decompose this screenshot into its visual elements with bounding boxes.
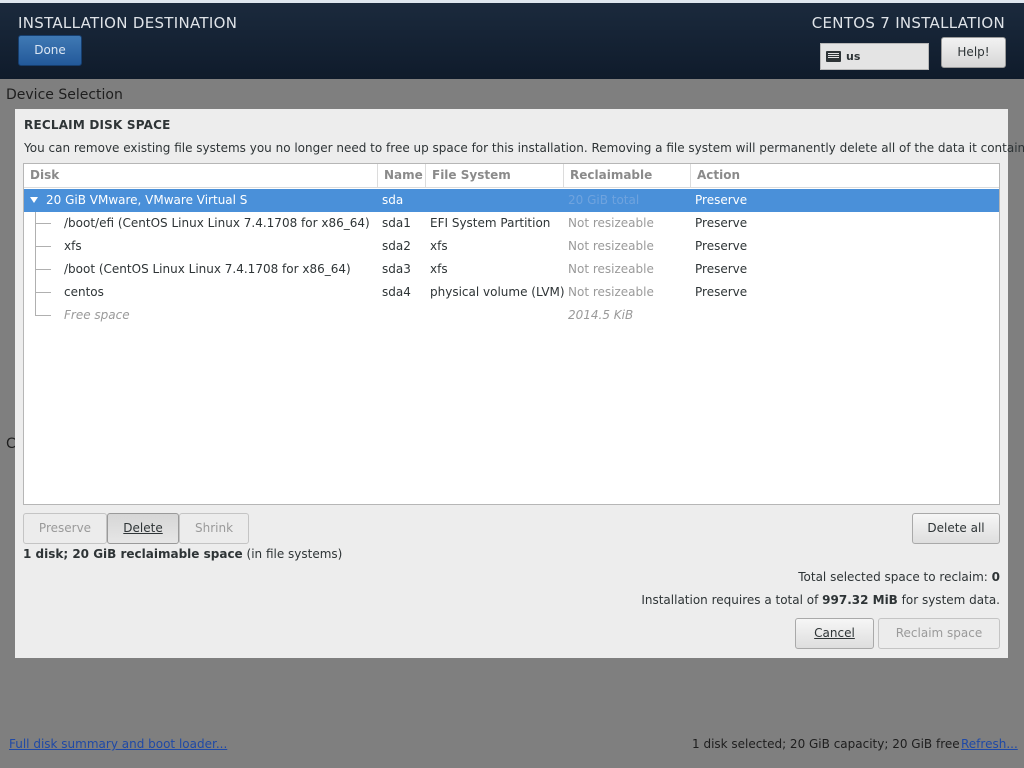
reclaimable-cell: Not resizeable xyxy=(568,285,654,299)
disk-cell: /boot (CentOS Linux Linux 7.4.1708 for x… xyxy=(64,262,351,276)
file-system-cell: physical volume (LVM) xyxy=(430,285,565,299)
summary-rest: (in file systems) xyxy=(242,547,343,561)
action-cell: Preserve xyxy=(695,193,748,207)
dialog-title: RECLAIM DISK SPACE xyxy=(24,118,171,132)
reclaim-space-button[interactable]: Reclaim space xyxy=(878,618,1000,649)
cancel-button-label: Cancel xyxy=(814,626,855,640)
disk-cell: xfs xyxy=(64,239,82,253)
action-cell: Preserve xyxy=(695,262,748,276)
action-cell: Preserve xyxy=(695,285,748,299)
dialog-description: You can remove existing file systems you… xyxy=(24,141,1024,155)
table-row[interactable]: /boot (CentOS Linux Linux 7.4.1708 for x… xyxy=(24,258,999,281)
total-selected-space: Total selected space to reclaim: 0 xyxy=(798,570,1000,584)
table-row[interactable]: /boot/efi (CentOS Linux Linux 7.4.1708 f… xyxy=(24,212,999,235)
reclaim-disk-space-dialog: RECLAIM DISK SPACE You can remove existi… xyxy=(15,109,1024,658)
req-value: 997.32 MiB xyxy=(822,593,898,607)
disk-cell: Free space xyxy=(64,308,130,322)
file-system-cell: xfs xyxy=(430,239,448,253)
file-system-cell: EFI System Partition xyxy=(430,216,551,230)
disk-tree-view[interactable]: Disk Name File System Reclaimable Space … xyxy=(23,163,1000,505)
product-title: CENTOS 7 INSTALLATION xyxy=(811,14,1005,32)
full-disk-summary-link[interactable]: Full disk summary and boot loader... xyxy=(9,737,227,751)
disk-cell: /boot/efi (CentOS Linux Linux 7.4.1708 f… xyxy=(64,216,370,230)
reclaimable-cell: 20 GiB total xyxy=(568,193,640,207)
tree-header: Disk Name File System Reclaimable Space … xyxy=(24,164,999,205)
column-header-file-system[interactable]: File System xyxy=(426,164,564,187)
total-label: Total selected space to reclaim: xyxy=(798,570,992,584)
installation-requirement: Installation requires a total of 997.32 … xyxy=(641,593,1000,607)
table-row[interactable]: centos sda4 physical volume (LVM) Not re… xyxy=(24,281,999,304)
total-value: 0 xyxy=(991,570,1000,584)
expander-arrow-icon[interactable] xyxy=(30,197,38,203)
column-header-reclaimable-space[interactable]: Reclaimable Space xyxy=(564,164,691,205)
table-row[interactable]: 20 GiB VMware, VMware Virtual S sda 20 G… xyxy=(24,189,999,212)
req-suffix: for system data. xyxy=(897,593,1000,607)
keyboard-layout-label: us xyxy=(846,50,861,63)
done-button[interactable]: Done xyxy=(18,35,82,66)
action-cell: Preserve xyxy=(695,216,748,230)
reclaimable-cell: Not resizeable xyxy=(568,239,654,253)
file-system-cell: xfs xyxy=(430,262,448,276)
name-cell: sda xyxy=(382,193,404,207)
reclaimable-cell: Not resizeable xyxy=(568,262,654,276)
preserve-button[interactable]: Preserve xyxy=(23,513,107,544)
shrink-button[interactable]: Shrink xyxy=(179,513,249,544)
reclaimable-cell: 2014.5 KiB xyxy=(568,308,634,322)
column-header-action[interactable]: Action xyxy=(691,164,999,187)
disk-cell: centos xyxy=(64,285,104,299)
delete-all-button[interactable]: Delete all xyxy=(912,513,1000,544)
reclaimable-cell: Not resizeable xyxy=(568,216,654,230)
column-header-disk[interactable]: Disk xyxy=(24,164,378,187)
page-title: INSTALLATION DESTINATION xyxy=(18,14,238,32)
disk-cell: 20 GiB VMware, VMware Virtual S xyxy=(46,193,248,207)
keyboard-layout-indicator[interactable]: us xyxy=(820,43,929,70)
keyboard-icon xyxy=(826,51,841,62)
header-bar: INSTALLATION DESTINATION CENTOS 7 INSTAL… xyxy=(0,0,1024,79)
name-cell: sda1 xyxy=(382,216,411,230)
device-selection-heading: Device Selection xyxy=(6,87,123,103)
table-row[interactable]: xfs sda2 xfs Not resizeable Preserve xyxy=(24,235,999,258)
action-cell: Preserve xyxy=(695,239,748,253)
summary-bold: 1 disk; 20 GiB reclaimable space xyxy=(23,547,243,561)
cancel-button[interactable]: Cancel xyxy=(795,618,874,649)
column-header-name[interactable]: Name xyxy=(378,164,426,187)
help-button[interactable]: Help! xyxy=(941,37,1006,68)
name-cell: sda3 xyxy=(382,262,411,276)
req-prefix: Installation requires a total of xyxy=(641,593,823,607)
delete-button[interactable]: Delete xyxy=(107,513,179,544)
table-row[interactable]: Free space 2014.5 KiB xyxy=(24,304,999,327)
name-cell: sda2 xyxy=(382,239,411,253)
reclaimable-summary: 1 disk; 20 GiB reclaimable space (in fil… xyxy=(23,547,342,561)
refresh-link[interactable]: Refresh... xyxy=(961,737,1018,751)
name-cell: sda4 xyxy=(382,285,411,299)
disk-status-text: 1 disk selected; 20 GiB capacity; 20 GiB… xyxy=(692,737,960,751)
delete-button-mnemonic: Delete xyxy=(123,521,163,535)
